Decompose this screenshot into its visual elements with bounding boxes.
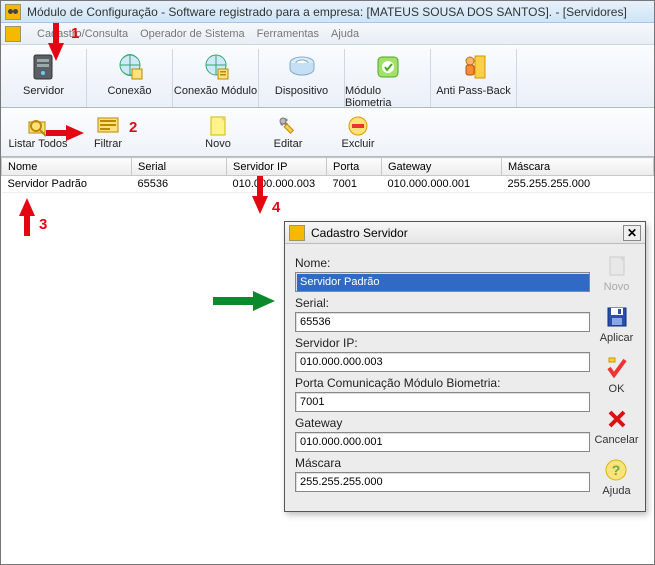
col-gateway[interactable]: Gateway [382,158,502,176]
annotation-arrow-2 [66,125,84,141]
close-button[interactable]: ✕ [623,225,641,241]
input-serial[interactable] [295,312,590,332]
sub-excluir[interactable]: Excluir [323,110,393,154]
sub-filtrar-label: Filtrar [94,138,122,150]
new-icon [206,114,230,138]
dlg-btn-novo: Novo [603,252,631,293]
dialog-titlebar[interactable]: Cadastro Servidor ✕ [285,222,645,244]
cell-nome: Servidor Padrão [2,176,132,193]
dlg-btn-aplicar-label: Aplicar [600,332,634,344]
dlg-btn-ok[interactable]: OK [603,354,631,395]
toolbar-dispositivo[interactable]: Dispositivo [259,49,345,107]
new-doc-icon [603,252,631,280]
biometry-icon [372,51,404,83]
sub-excluir-label: Excluir [341,138,374,150]
titlebar: Módulo de Configuração - Software regist… [1,1,654,23]
annotation-label-2: 2 [129,119,137,136]
dialog-title: Cadastro Servidor [311,226,408,240]
input-gateway[interactable] [295,432,590,452]
menubar: Cadastro/Consulta Operador de Sistema Fe… [1,23,654,45]
data-grid[interactable]: Nome Serial Servidor IP Porta Gateway Má… [1,157,654,193]
label-gateway: Gateway [295,416,590,430]
sub-spacer [143,110,183,154]
sub-listar-label: Listar Todos [8,138,67,150]
col-porta[interactable]: Porta [327,158,382,176]
input-porta[interactable] [295,392,590,412]
toolbar-dispositivo-label: Dispositivo [275,85,328,97]
cell-serial: 65536 [132,176,227,193]
sub-editar[interactable]: Editar [253,110,323,154]
label-ip: Servidor IP: [295,336,590,350]
filter-icon [96,114,120,138]
toolbar-conexao-label: Conexão [107,85,151,97]
sub-editar-label: Editar [274,138,303,150]
label-porta: Porta Comunicação Módulo Biometria: [295,376,590,390]
toolbar-biometria[interactable]: Módulo Biometria [345,49,431,107]
label-mascara: Máscara [295,456,590,470]
globe-module-icon [200,51,232,83]
toolbar-conexao-modulo[interactable]: Conexão Módulo [173,49,259,107]
ok-icon [603,354,631,382]
save-icon [603,303,631,331]
dlg-btn-ajuda-label: Ajuda [602,485,630,497]
col-ip[interactable]: Servidor IP [227,158,327,176]
dlg-btn-cancelar-label: Cancelar [594,434,638,446]
app-icon [5,4,21,20]
cell-porta: 7001 [327,176,382,193]
dialog-cadastro-servidor: Cadastro Servidor ✕ Nome: Serial: Servid… [284,221,646,512]
delete-icon [346,114,370,138]
cancel-icon [603,405,631,433]
annotation-label-1: 1 [71,25,79,42]
window-title: Módulo de Configuração - Software regist… [27,5,627,19]
dlg-btn-cancelar[interactable]: Cancelar [594,405,638,446]
annotation-label-4: 4 [272,199,280,216]
annotation-arrow-green [253,291,275,311]
menu-ajuda[interactable]: Ajuda [331,28,359,40]
dialog-buttons: Novo Aplicar OK Cancelar [594,252,639,503]
dlg-btn-novo-label: Novo [604,281,630,293]
input-mascara[interactable] [295,472,590,492]
dialog-form: Nome: Serial: Servidor IP: Porta Comunic… [295,252,590,503]
cell-mascara: 255.255.255.000 [502,176,654,193]
toolbar-antipassback[interactable]: Anti Pass-Back [431,49,517,107]
cell-ip: 010.000.000.003 [227,176,327,193]
dlg-btn-ok-label: OK [609,383,625,395]
sub-novo-label: Novo [205,138,231,150]
cell-gateway: 010.000.000.001 [382,176,502,193]
device-icon [286,51,318,83]
globe-icon [114,51,146,83]
toolbar-servidor-label: Servidor [23,85,64,97]
col-serial[interactable]: Serial [132,158,227,176]
toolbar-conexao-modulo-label: Conexão Módulo [174,85,257,97]
annotation-arrow-4 [252,196,268,214]
toolbar-main: Servidor Conexão Conexão Módulo Disposit… [1,45,654,108]
menu-cadastro[interactable]: Cadastro/Consulta [37,28,128,40]
col-nome[interactable]: Nome [2,158,132,176]
dlg-btn-aplicar[interactable]: Aplicar [600,303,634,344]
help-icon: ? [602,456,630,484]
antipassback-icon [458,51,490,83]
toolbar-antipassback-label: Anti Pass-Back [436,85,511,97]
input-nome[interactable] [295,272,590,292]
annotation-label-3: 3 [39,216,47,233]
dialog-icon [289,225,305,241]
app-icon-small [5,26,21,42]
menu-operador[interactable]: Operador de Sistema [140,28,245,40]
toolbar-biometria-label: Módulo Biometria [345,85,430,109]
table-row[interactable]: Servidor Padrão 65536 010.000.000.003 70… [2,176,654,193]
toolbar-conexao[interactable]: Conexão [87,49,173,107]
sub-novo[interactable]: Novo [183,110,253,154]
input-ip[interactable] [295,352,590,372]
label-nome: Nome: [295,256,590,270]
dlg-btn-ajuda[interactable]: ? Ajuda [602,456,630,497]
toolbar-servidor[interactable]: Servidor [1,49,87,107]
menu-ferramentas[interactable]: Ferramentas [257,28,319,40]
edit-icon [276,114,300,138]
toolbar-sub: Listar Todos Filtrar Novo Editar Excluir [1,108,654,157]
annotation-arrow-3 [19,198,35,216]
col-mascara[interactable]: Máscara [502,158,654,176]
annotation-arrow-1 [48,43,64,61]
label-serial: Serial: [295,296,590,310]
svg-text:?: ? [612,462,621,478]
